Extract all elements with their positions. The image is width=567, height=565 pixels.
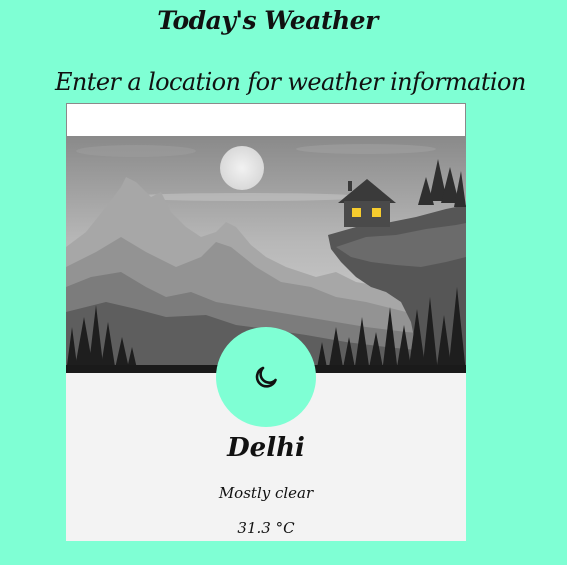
page-title: Today's Weather	[157, 6, 378, 35]
location-prompt-label: Enter a location for weather information	[55, 68, 526, 96]
weather-condition: Mostly clear	[218, 484, 314, 502]
location-search-input[interactable]	[66, 103, 466, 137]
weather-card: Delhi Mostly clear 31.3 °C	[66, 137, 466, 541]
weather-icon-badge	[216, 327, 316, 427]
crescent-moon-icon	[255, 366, 277, 388]
temperature-value: 31.3 °C	[237, 519, 295, 537]
city-name: Delhi	[227, 433, 305, 463]
